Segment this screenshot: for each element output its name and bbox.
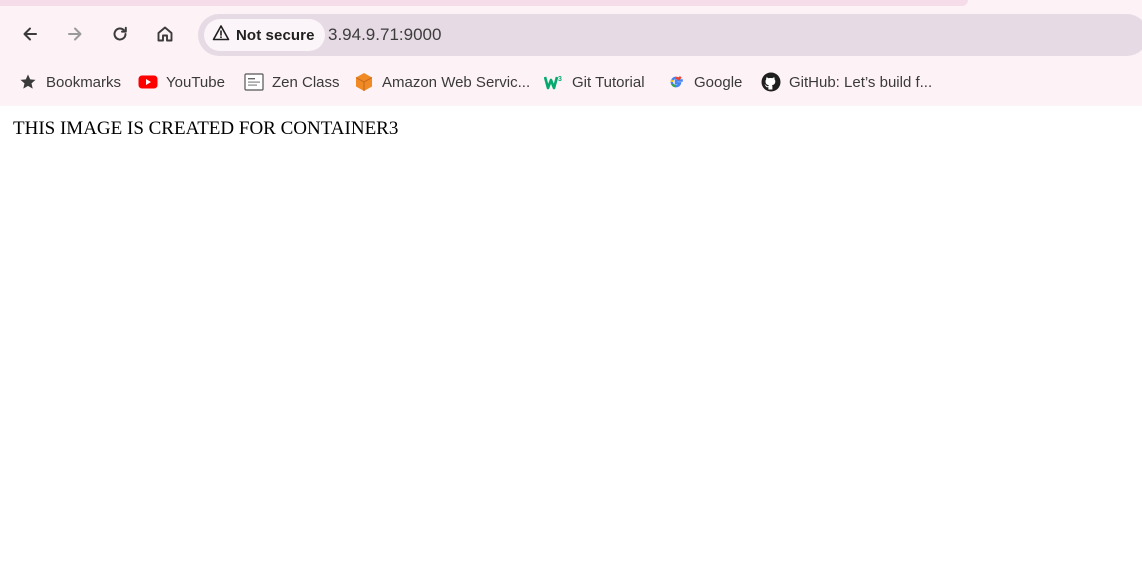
reload-icon <box>110 24 130 44</box>
security-chip[interactable]: Not secure <box>204 19 325 51</box>
back-button[interactable] <box>12 16 48 52</box>
forward-button[interactable] <box>57 16 93 52</box>
tab-strip-edge <box>0 0 968 6</box>
star-icon <box>18 72 38 92</box>
bookmark-label: Google <box>694 73 743 91</box>
home-icon <box>155 24 175 44</box>
bookmark-label: Bookmarks <box>46 73 122 91</box>
bookmark-label: Amazon Web Servic... <box>382 73 531 91</box>
bookmark-bookmarks[interactable]: Bookmarks <box>18 68 121 96</box>
warning-icon <box>212 24 230 47</box>
arrow-right-icon <box>65 24 85 44</box>
address-bar[interactable]: Not secure 3.94.9.71:9000 <box>198 14 1142 56</box>
bookmark-label: Git Tutorial <box>572 73 645 91</box>
aws-icon <box>354 72 374 92</box>
bookmark-git-tutorial[interactable]: 3 Git Tutorial <box>544 68 645 96</box>
google-icon <box>666 72 686 92</box>
zen-class-icon <box>244 72 264 92</box>
bookmark-youtube[interactable]: YouTube <box>138 68 225 96</box>
bookmark-label: YouTube <box>166 73 225 91</box>
bookmark-google[interactable]: Google <box>666 68 742 96</box>
bookmark-label: Zen Class <box>272 73 340 91</box>
security-label: Not secure <box>236 26 315 44</box>
url-text[interactable]: 3.94.9.71:9000 <box>328 25 441 45</box>
bookmarks-bar: Bookmarks YouTube Zen Class Amazon Web S… <box>0 66 1142 98</box>
reload-button[interactable] <box>102 16 138 52</box>
bookmark-label: GitHub: Let’s build f... <box>789 73 933 91</box>
browser-toolbar: Not secure 3.94.9.71:9000 <box>0 12 1142 58</box>
youtube-icon <box>138 72 158 92</box>
svg-text:3: 3 <box>558 76 562 83</box>
arrow-left-icon <box>20 24 40 44</box>
w3schools-icon: 3 <box>544 72 564 92</box>
page-body-text: THIS IMAGE IS CREATED FOR CONTAINER3 <box>13 118 399 139</box>
github-icon <box>761 72 781 92</box>
bookmark-zen-class[interactable]: Zen Class <box>244 68 340 96</box>
browser-chrome: Not secure 3.94.9.71:9000 Bookmarks YouT… <box>0 0 1142 106</box>
bookmark-github[interactable]: GitHub: Let’s build f... <box>761 68 932 96</box>
home-button[interactable] <box>147 16 183 52</box>
bookmark-amazon-web-services[interactable]: Amazon Web Servic... <box>354 68 530 96</box>
